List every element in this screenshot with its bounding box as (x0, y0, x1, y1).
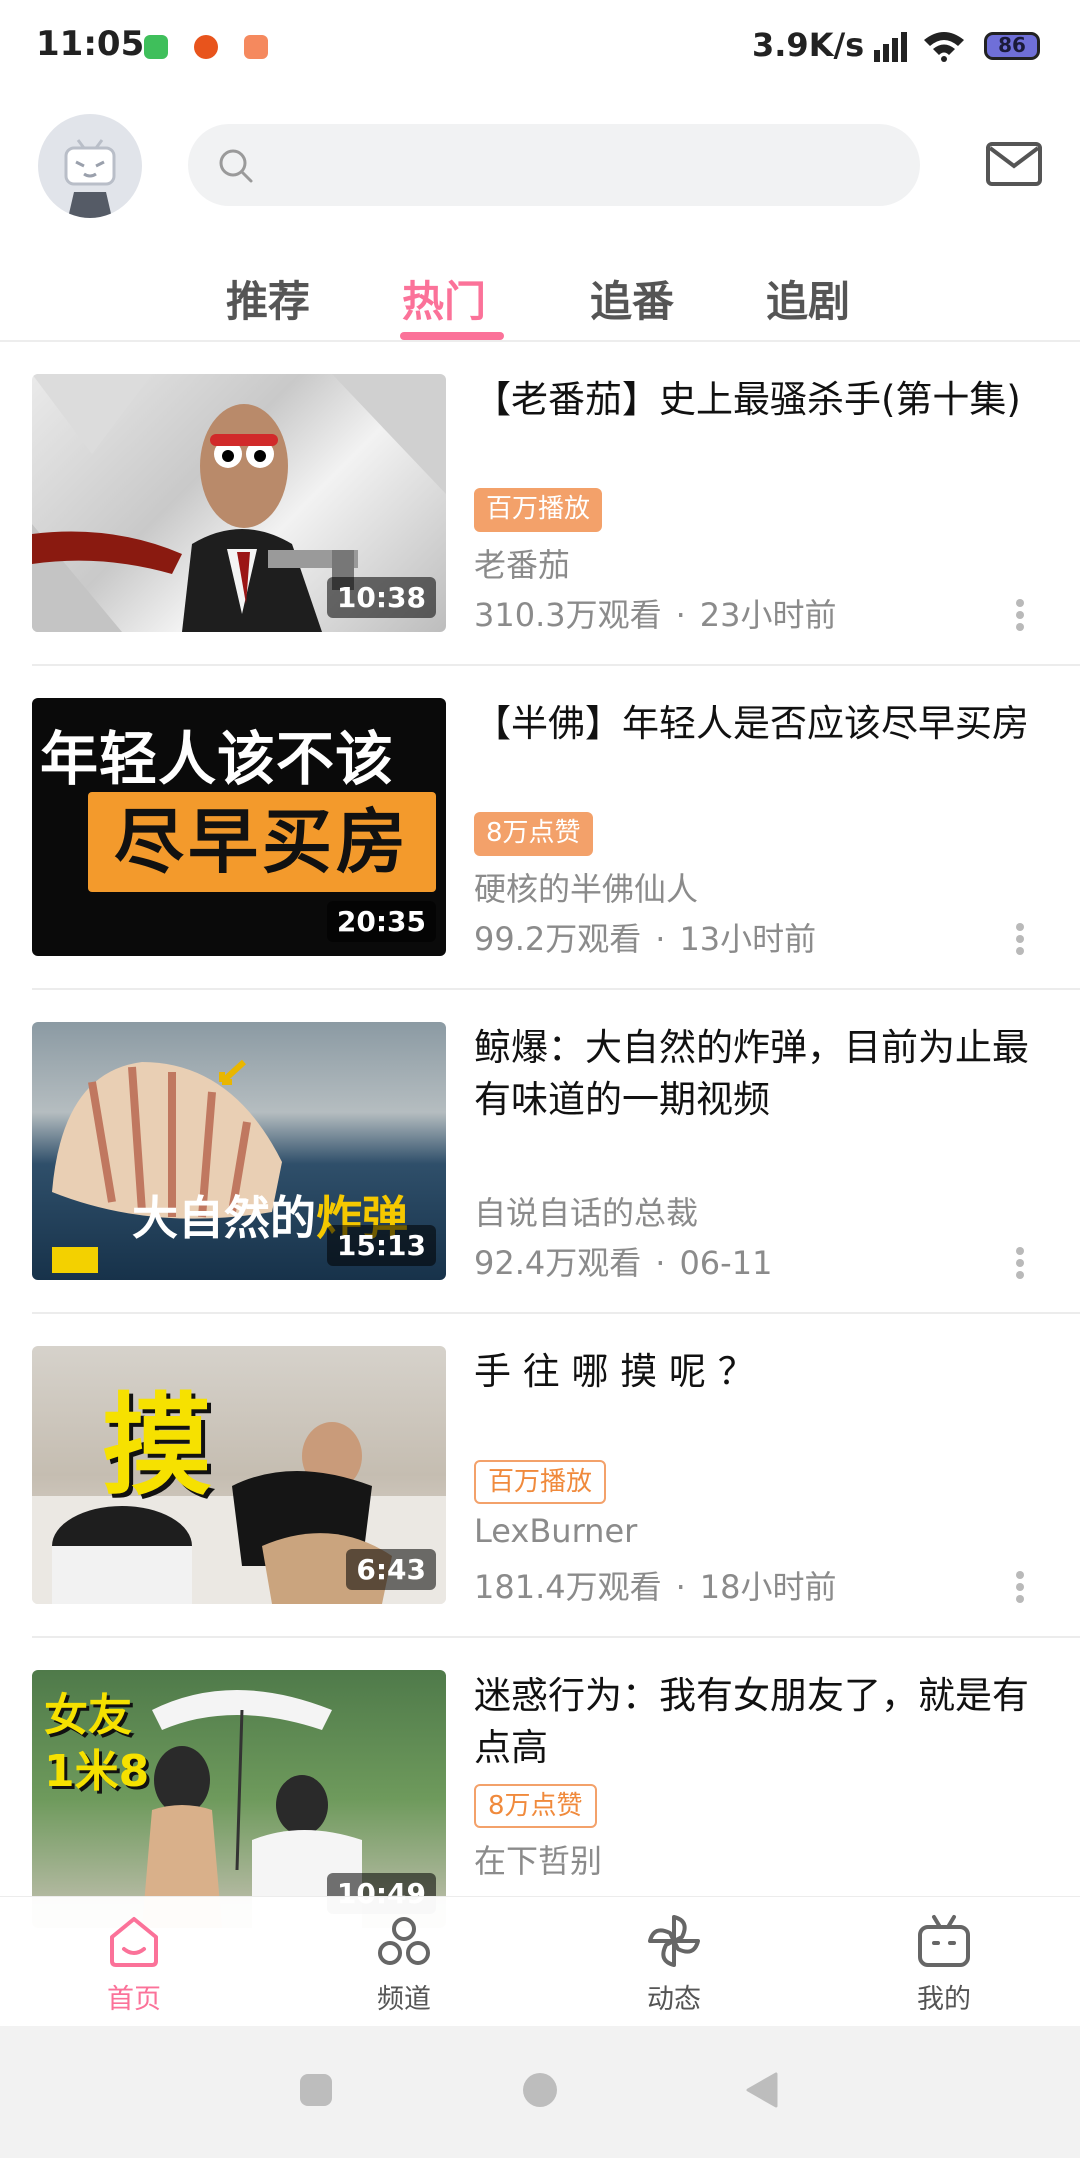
search-input[interactable] (188, 124, 920, 206)
video-duration: 15:13 (326, 1225, 436, 1266)
divider (32, 1312, 1080, 1314)
thumbnail-caption-text: 尽早买房 (114, 801, 410, 883)
profile-tv-icon (918, 1915, 970, 1967)
thumbnail-caption-highlight: 尽早买房 (88, 792, 436, 892)
video-meta: 99.2万观看 · 13小时前 (474, 920, 817, 958)
video-uploader[interactable]: LexBurner (474, 1512, 637, 1550)
list-item[interactable]: 年轻人该不该 尽早买房 20:35 【半佛】年轻人是否应该尽早买房 8万点赞 硬… (0, 698, 1080, 1022)
wifi-icon (924, 32, 964, 62)
tab-recommend[interactable]: 推荐 (226, 268, 310, 329)
video-duration: 6:43 (346, 1549, 436, 1590)
publish-time: 23小时前 (699, 596, 837, 634)
bilibili-tv-avatar-icon (64, 139, 116, 218)
video-duration: 10:38 (326, 577, 436, 618)
more-options-icon[interactable] (1014, 596, 1026, 636)
divider (32, 1636, 1080, 1638)
video-title[interactable]: 鲸爆：大自然的炸弹，目前为止最有味道的一期视频 (474, 1022, 1054, 1126)
divider (32, 664, 1080, 666)
thumbnail-caption: 年轻人该不该 (40, 725, 395, 793)
more-options-icon[interactable] (1014, 1568, 1026, 1608)
list-item[interactable]: 摸 6:43 手 往 哪 摸 呢 ？ 百万播放 LexBurner 181.4万… (0, 1346, 1080, 1670)
video-thumbnail[interactable]: 女友 1米8 10:49 (32, 1670, 446, 1928)
view-count: 99.2万观看 (474, 920, 642, 958)
video-badge: 8万点赞 (474, 812, 593, 856)
bottom-navigation: 首页 频道 动态 我的 (0, 1896, 1080, 2026)
recent-apps-icon[interactable] (296, 2070, 336, 2110)
top-tabs: 推荐 热门 追番 追剧 (0, 262, 1080, 342)
video-thumbnail[interactable]: 大自然的炸弹 15:13 (32, 1022, 446, 1280)
video-uploader[interactable]: 老番茄 (474, 540, 570, 586)
divider (32, 988, 1080, 990)
publish-time: 18小时前 (699, 1568, 837, 1606)
system-navigation-bar (0, 2026, 1080, 2158)
nav-activity-label: 动态 (647, 1984, 701, 2015)
home-circle-icon[interactable] (520, 2070, 560, 2110)
taobao-icon (244, 35, 268, 59)
more-options-icon[interactable] (1014, 920, 1026, 960)
status-time: 11:05 (36, 24, 145, 64)
video-title[interactable]: 手 往 哪 摸 呢 ？ (474, 1346, 1054, 1398)
video-duration: 20:35 (326, 901, 436, 942)
nav-profile[interactable]: 我的 (874, 1911, 1014, 2016)
nav-home-label: 首页 (107, 1984, 161, 2015)
list-item[interactable]: 大自然的炸弹 15:13 鲸爆：大自然的炸弹，目前为止最有味道的一期视频 自说自… (0, 1022, 1080, 1346)
status-bar: 11:05 3.9K/s 86 (0, 0, 1080, 96)
nav-channel[interactable]: 频道 (334, 1911, 474, 2016)
search-icon (219, 149, 253, 183)
battery-level: 86 (998, 33, 1026, 57)
publish-time: 13小时前 (679, 920, 817, 958)
list-item[interactable]: 10:38 【老番茄】史上最骚杀手(第十集) 百万播放 老番茄 310.3万观看… (0, 374, 1080, 698)
mail-icon[interactable] (984, 134, 1044, 194)
video-thumbnail[interactable]: 年轻人该不该 尽早买房 20:35 (32, 698, 446, 956)
view-count: 310.3万观看 (474, 596, 662, 634)
home-icon (110, 1917, 158, 1967)
nav-activity[interactable]: 动态 (604, 1911, 744, 2016)
video-thumbnail[interactable]: 摸 6:43 (32, 1346, 446, 1604)
video-uploader[interactable]: 自说自话的总裁 (474, 1188, 698, 1234)
tab-popular[interactable]: 热门 (402, 268, 486, 329)
nav-profile-label: 我的 (917, 1984, 971, 2015)
video-badge: 8万点赞 (474, 1784, 597, 1828)
wechat-icon (144, 35, 168, 59)
video-uploader[interactable]: 在下哲别 (474, 1836, 602, 1882)
video-title[interactable]: 迷惑行为：我有女朋友了，就是有点高 (474, 1670, 1054, 1774)
battery-indicator: 86 (984, 32, 1040, 60)
video-meta: 181.4万观看 · 18小时前 (474, 1568, 837, 1606)
activity-icon (648, 1915, 700, 1967)
thumbnail-caption: 女友 1米8 (44, 1690, 150, 1797)
avatar[interactable] (38, 114, 142, 218)
network-speed: 3.9K/s (752, 26, 865, 64)
video-title[interactable]: 【半佛】年轻人是否应该尽早买房 (474, 698, 1054, 750)
video-meta: 92.4万观看 · 06-11 (474, 1244, 773, 1282)
nav-channel-label: 频道 (377, 1984, 431, 2015)
video-meta: 310.3万观看 · 23小时前 (474, 596, 837, 634)
thumbnail-caption: 摸 (102, 1382, 212, 1510)
tab-anime[interactable]: 追番 (590, 268, 674, 329)
video-badge: 百万播放 (474, 1460, 607, 1504)
back-triangle-icon[interactable] (742, 2070, 782, 2110)
view-count: 181.4万观看 (474, 1568, 662, 1606)
nav-home[interactable]: 首页 (64, 1911, 204, 2016)
video-title[interactable]: 【老番茄】史上最骚杀手(第十集) (474, 374, 1054, 426)
more-options-icon[interactable] (1014, 1244, 1026, 1284)
video-thumbnail[interactable]: 10:38 (32, 374, 446, 632)
video-uploader[interactable]: 硬核的半佛仙人 (474, 864, 698, 910)
publish-time: 06-11 (679, 1244, 773, 1282)
tab-drama[interactable]: 追剧 (766, 268, 850, 329)
signal-icon (874, 32, 907, 62)
video-badge: 百万播放 (474, 488, 603, 532)
view-count: 92.4万观看 (474, 1244, 642, 1282)
channel-icon (378, 1917, 430, 1965)
game-icon (194, 35, 218, 59)
active-tab-indicator (400, 332, 504, 340)
divider (0, 340, 1080, 342)
